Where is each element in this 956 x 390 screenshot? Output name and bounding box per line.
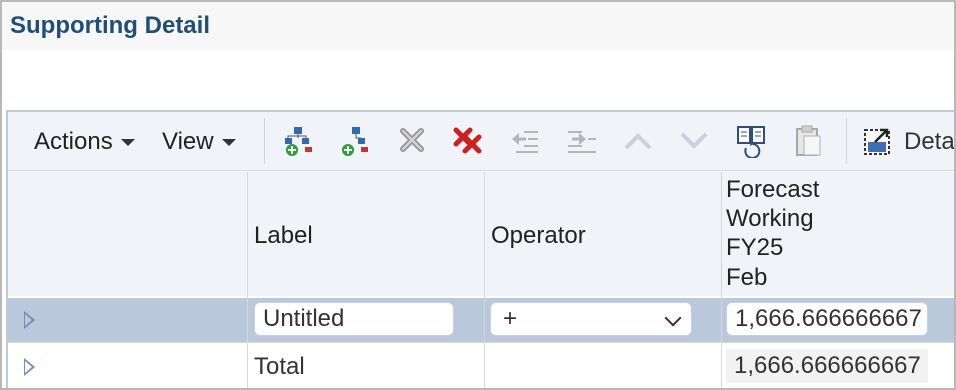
table-row-selected[interactable]: Untitled + 1,666.666666667 [8, 298, 954, 342]
supporting-detail-panel: Actions View Deta Label Operator Forecas… [6, 110, 954, 388]
supporting-detail-window: Supporting Detail Actions View Deta Labe… [0, 0, 956, 390]
toolbar-divider [846, 118, 847, 164]
row-header-column [8, 172, 248, 296]
column-header-operator-text: Operator [491, 222, 586, 249]
chevron-down-icon [664, 309, 682, 327]
forecast-value-input-text: 1,666.666666667 [735, 305, 922, 332]
column-divider [247, 172, 248, 388]
chevron-down-icon [120, 138, 135, 146]
toolbar-divider [264, 118, 265, 164]
add-sibling-icon[interactable] [336, 124, 372, 158]
view-menu-label: View [162, 128, 214, 155]
total-label: Total [254, 353, 305, 380]
detail-button-label[interactable]: Deta [904, 128, 954, 156]
delete-icon[interactable] [394, 124, 430, 158]
forecast-value-input[interactable]: 1,666.666666667 [726, 302, 928, 336]
label-input-value: Untitled [263, 305, 345, 332]
column-header-forecast-line-1: Forecast [726, 176, 820, 203]
column-divider [721, 172, 722, 388]
move-up-icon[interactable] [620, 124, 656, 158]
column-header-forecast-line-3: FY25 [726, 234, 784, 261]
page-title: Supporting Detail [10, 12, 210, 39]
add-child-icon[interactable] [280, 124, 316, 158]
chevron-down-icon [221, 138, 236, 146]
promote-icon[interactable] [506, 124, 542, 158]
column-header-forecast-line-2: Working [726, 205, 814, 232]
actions-menu-label: Actions [34, 128, 113, 155]
duplicate-row-icon[interactable] [734, 124, 770, 158]
demote-icon[interactable] [564, 124, 600, 158]
table-row-total: Total 1,666.666666667 [8, 342, 954, 388]
expand-row-icon[interactable] [24, 311, 35, 329]
column-header-forecast-line-4: Feb [726, 264, 768, 291]
total-value: 1,666.666666667 [726, 349, 928, 383]
column-header-label[interactable]: Label [248, 172, 484, 296]
expand-row-icon[interactable] [24, 358, 35, 376]
label-input[interactable]: Untitled [254, 302, 454, 336]
total-value-text: 1,666.666666667 [734, 352, 921, 379]
title-bar: Supporting Detail [2, 2, 954, 50]
column-divider [484, 172, 485, 388]
view-menu[interactable]: View [162, 128, 236, 156]
operator-select[interactable]: + [490, 302, 692, 336]
column-header-forecast[interactable]: Forecast Working FY25 Feb [722, 172, 954, 296]
detail-view-icon[interactable] [860, 124, 896, 158]
column-header-operator[interactable]: Operator [485, 172, 721, 296]
actions-menu[interactable]: Actions [34, 128, 135, 156]
move-down-icon[interactable] [676, 124, 712, 158]
operator-select-value: + [503, 305, 518, 332]
column-header-label-text: Label [254, 222, 313, 249]
delete-all-icon[interactable] [450, 124, 486, 158]
paste-icon[interactable] [790, 124, 826, 158]
toolbar: Actions View Deta [8, 112, 954, 171]
